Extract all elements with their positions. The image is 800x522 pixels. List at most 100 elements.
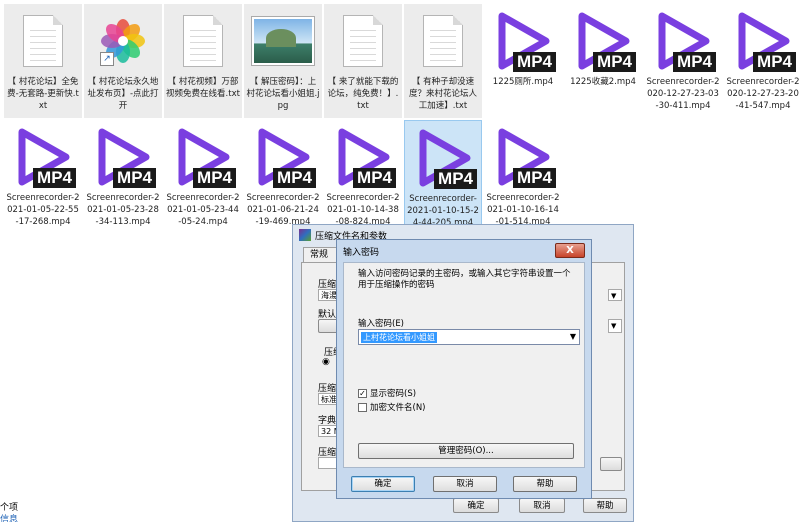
password-label: 输入密码(E)	[358, 319, 405, 329]
file-item[interactable]: MP4 Screenrecorder-2020-12-27-23-20-41-54…	[724, 4, 800, 118]
file-name: 【 来了就能下载的论坛，纯免费！】.txt	[327, 77, 399, 111]
archive-ok-button[interactable]: 确定	[453, 498, 499, 513]
file-thumbnail	[404, 6, 482, 76]
file-thumbnail: MP4	[84, 122, 162, 192]
mp4-file-icon: MP4	[170, 126, 236, 188]
file-name: 【 村花视频】万部视频免费在线看.txt	[166, 77, 240, 99]
file-item[interactable]: MP4 Screenrecorder-2021-01-05-22-55-17-26…	[4, 120, 82, 234]
image-file-icon	[252, 17, 314, 65]
set-password-button[interactable]	[600, 457, 622, 471]
file-thumbnail: MP4	[724, 6, 800, 76]
mp4-file-icon: MP4	[490, 10, 556, 72]
file-item[interactable]: MP4 Screenrecorder-2021-01-05-23-44-05-24…	[164, 120, 242, 234]
file-thumbnail	[244, 6, 322, 76]
mp4-badge: MP4	[513, 168, 556, 188]
format-radio[interactable]: ◉	[322, 357, 330, 367]
mp4-badge: MP4	[513, 52, 556, 72]
mp4-badge: MP4	[273, 168, 316, 188]
file-thumbnail: MP4	[4, 122, 82, 192]
mp4-badge: MP4	[673, 52, 716, 72]
file-name: 1225收藏2.mp4	[570, 77, 636, 87]
password-dialog-body: 输入访问密码记录的主密码，或输入其它字符串设置一个用于压缩操作的密码 输入密码(…	[343, 262, 585, 468]
manage-passwords-button[interactable]: 管理密码(O)...	[358, 443, 574, 459]
password-input[interactable]: 上村花论坛看小姐姐 ▼	[358, 329, 580, 345]
text-file-icon	[423, 15, 463, 67]
close-button[interactable]: X	[555, 243, 585, 258]
shortcut-arrow-icon: ↗	[100, 52, 114, 66]
file-thumbnail: MP4	[484, 122, 562, 192]
file-thumbnail: MP4	[564, 6, 642, 76]
file-thumbnail	[164, 6, 242, 76]
encrypt-filenames-label: 加密文件名(N)	[370, 403, 426, 413]
file-thumbnail	[324, 6, 402, 76]
file-item[interactable]: 【 来了就能下载的论坛，纯免费！】.txt	[324, 4, 402, 118]
file-item[interactable]: MP4 Screenrecorder-2021-01-06-21-24-19-46…	[244, 120, 322, 234]
file-thumbnail: MP4	[324, 122, 402, 192]
file-thumbnail: ↗	[84, 6, 162, 76]
file-item[interactable]: 【 有种子却没速度？来村花论坛人工加速】.txt	[404, 4, 482, 118]
mp4-badge: MP4	[753, 52, 796, 72]
winrar-icon	[299, 229, 311, 241]
encrypt-filenames-checkbox[interactable]: 加密文件名(N)	[358, 401, 426, 413]
file-name: Screenrecorder-2021-01-10-16-14-01-514.m…	[486, 193, 560, 227]
file-thumbnail: MP4	[244, 122, 322, 192]
file-name: 【 有种子却没速度？来村花论坛人工加速】.txt	[408, 77, 477, 111]
file-name: Screenrecorder-2021-01-05-23-44-05-24.mp…	[166, 193, 240, 227]
checkbox-box[interactable]: ✓	[358, 388, 367, 398]
chevron-down-icon[interactable]: ▼	[570, 332, 576, 341]
file-name: Screenrecorder-2021-01-10-14-38-08-824.m…	[326, 193, 400, 227]
status-info: 信息	[0, 515, 19, 522]
mp4-file-icon: MP4	[650, 10, 716, 72]
file-name: Screenrecorder-2021-01-05-22-55-17-268.m…	[6, 193, 80, 227]
file-thumbnail: MP4	[484, 6, 562, 76]
mp4-file-icon: MP4	[250, 126, 316, 188]
show-password-checkbox[interactable]: ✓ 显示密码(S)	[358, 387, 416, 399]
mp4-file-icon: MP4	[570, 10, 636, 72]
mp4-badge: MP4	[353, 168, 396, 188]
update-mode-dropdown-icon[interactable]: ▼	[608, 319, 622, 333]
file-item[interactable]: MP4 Screenrecorder-2020-12-27-23-03-30-41…	[644, 4, 722, 118]
file-item[interactable]: MP4 Screenrecorder-2021-01-10-16-14-01-51…	[484, 120, 562, 234]
file-thumbnail: MP4	[644, 6, 722, 76]
file-thumbnail: MP4	[164, 122, 242, 192]
file-name: 1225厕所.mp4	[492, 77, 554, 87]
file-name: 【 解压密码】：上村花论坛看小姐姐.jpg	[246, 77, 320, 111]
file-name: 【 村花论坛永久地址发布页】-点此打开	[87, 77, 159, 111]
help-button[interactable]: 帮助	[513, 476, 577, 492]
mp4-badge: MP4	[193, 168, 236, 188]
file-item[interactable]: MP4 Screenrecorder-2021-01-05-23-28-34-11…	[84, 120, 162, 234]
file-item[interactable]: MP4 1225厕所.mp4	[484, 4, 562, 118]
archive-cancel-button[interactable]: 取消	[519, 498, 565, 513]
text-file-icon	[343, 15, 383, 67]
ok-button[interactable]: 确定	[351, 476, 415, 492]
mp4-badge: MP4	[593, 52, 636, 72]
file-item[interactable]: MP4 Screenrecorder-2021-01-10-15-24-44-20…	[404, 120, 482, 234]
file-item[interactable]: MP4 1225收藏2.mp4	[564, 4, 642, 118]
password-dialog-title: 输入密码	[343, 247, 380, 258]
mp4-file-icon: MP4	[411, 127, 477, 189]
photos-shortcut-icon: ↗	[100, 18, 146, 66]
file-name: Screenrecorder-2020-12-27-23-20-41-547.m…	[726, 77, 800, 111]
file-name: Screenrecorder-2020-12-27-23-03-30-411.m…	[646, 77, 720, 111]
password-instructions: 输入访问密码记录的主密码，或输入其它字符串设置一个用于压缩操作的密码	[358, 269, 571, 290]
checkbox-box[interactable]	[358, 402, 367, 412]
text-file-icon	[23, 15, 63, 67]
file-item[interactable]: 【 解压密码】：上村花论坛看小姐姐.jpg	[244, 4, 322, 118]
file-item[interactable]: 【 村花视频】万部视频免费在线看.txt	[164, 4, 242, 118]
file-item[interactable]: 【 村花论坛】全免费-无套路-更新快.txt	[4, 4, 82, 118]
file-thumbnail	[4, 6, 82, 76]
mp4-badge: MP4	[33, 168, 76, 188]
file-item[interactable]: ↗ 【 村花论坛永久地址发布页】-点此打开	[84, 4, 162, 118]
mp4-file-icon: MP4	[330, 126, 396, 188]
file-item[interactable]: MP4 Screenrecorder-2021-01-10-14-38-08-82…	[324, 120, 402, 234]
archive-help-button[interactable]: 帮助	[583, 498, 627, 513]
file-thumbnail: MP4	[405, 123, 483, 193]
tab-general[interactable]: 常规	[303, 247, 337, 263]
mp4-file-icon: MP4	[490, 126, 556, 188]
mp4-file-icon: MP4	[10, 126, 76, 188]
cancel-button[interactable]: 取消	[433, 476, 497, 492]
show-password-label: 显示密码(S)	[370, 389, 417, 399]
mp4-file-icon: MP4	[90, 126, 156, 188]
archive-name-dropdown-icon[interactable]: ▼	[608, 289, 622, 301]
file-name: 【 村花论坛】全免费-无套路-更新快.txt	[7, 77, 79, 111]
